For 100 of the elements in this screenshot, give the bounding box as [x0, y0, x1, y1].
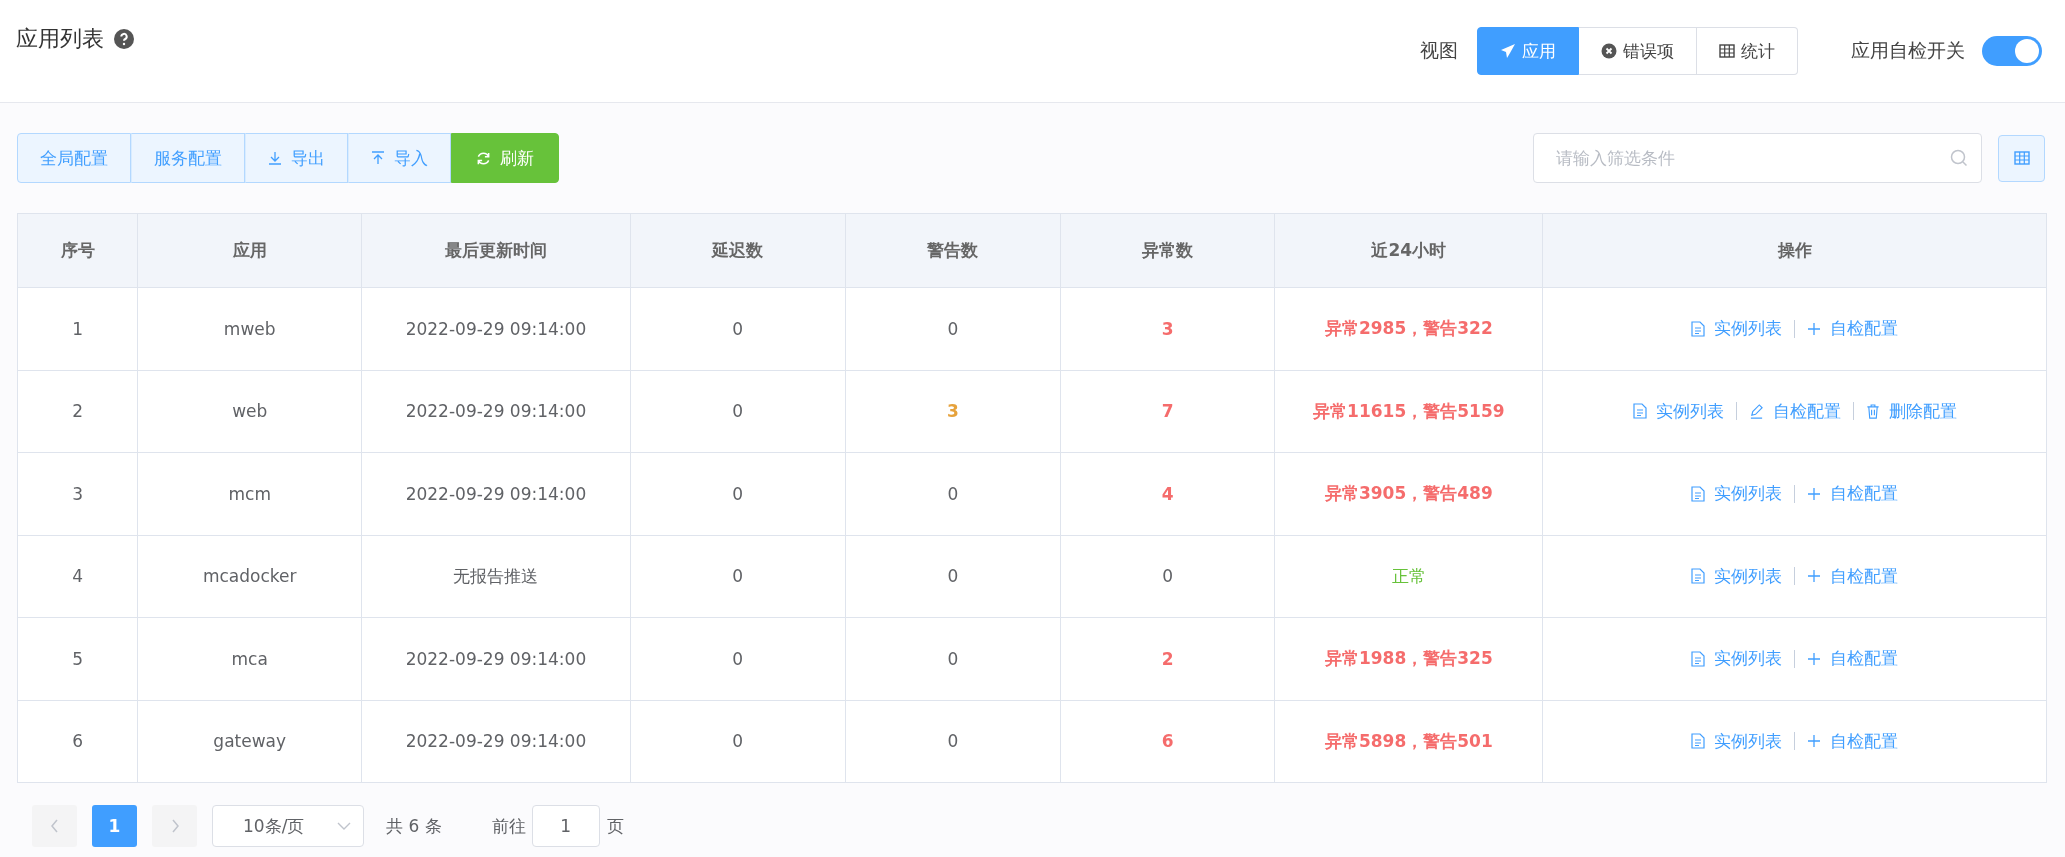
view-tab[interactable]: 错误项 — [1579, 27, 1697, 75]
search-field[interactable]: 请输入筛选条件 — [1533, 133, 1982, 183]
action-link[interactable]: 实例列表 — [1691, 482, 1783, 506]
view-tab[interactable]: 应用 — [1477, 27, 1579, 75]
column-header: 操作 — [1542, 213, 2047, 288]
table-cell: 0 — [630, 617, 846, 700]
column-header: 应用 — [137, 213, 362, 288]
document-icon — [1691, 320, 1706, 337]
action-link[interactable]: 自检配置 — [1807, 317, 1899, 341]
action-link[interactable]: 自检配置 — [1807, 482, 1899, 506]
action-link[interactable]: 实例列表 — [1691, 729, 1783, 753]
table-cell: 0 — [630, 452, 846, 535]
table-cell: 4 — [1060, 452, 1275, 535]
page-title: 应用列表 — [16, 25, 104, 53]
table-cell: 1 — [17, 287, 138, 370]
action-link[interactable]: 实例列表 — [1632, 399, 1724, 423]
column-header: 近24小时 — [1274, 213, 1543, 288]
view-tab[interactable]: 统计 — [1697, 27, 1798, 75]
switch-label: 应用自检开关 — [1851, 38, 1965, 63]
table-cell: 5 — [17, 617, 138, 700]
total-count: 共 6 条 — [386, 814, 442, 838]
table-cell: mcadocker — [137, 535, 362, 618]
table-cell: 4 — [17, 535, 138, 618]
toolbar-button[interactable]: 全局配置 — [17, 133, 131, 183]
close-circle-icon — [1601, 43, 1617, 59]
table-cell: 正常 — [1274, 535, 1543, 618]
table-cell: 无报告推送 — [361, 535, 631, 618]
table-cell: 2022-09-29 09:14:00 — [361, 700, 631, 783]
plus-icon — [1807, 321, 1822, 336]
table-cell: 7 — [1060, 370, 1275, 453]
plus-icon — [1807, 734, 1822, 749]
table-cell: 6 — [17, 700, 138, 783]
table-cell: mcm — [137, 452, 362, 535]
table-cell: web — [137, 370, 362, 453]
toolbar-button[interactable]: 导出 — [245, 133, 348, 183]
table-cell: 0 — [630, 700, 846, 783]
action-link[interactable]: 自检配置 — [1807, 647, 1899, 671]
table-cell: 异常2985，警告322 — [1274, 287, 1543, 370]
toolbar-button[interactable]: 刷新 — [451, 133, 559, 183]
document-icon — [1691, 650, 1706, 667]
action-link[interactable]: 自检配置 — [1748, 399, 1841, 423]
table-cell: 2 — [1060, 617, 1275, 700]
table-cell: 2022-09-29 09:14:00 — [361, 617, 631, 700]
action-link[interactable]: 实例列表 — [1691, 564, 1783, 588]
column-header: 延迟数 — [630, 213, 846, 288]
action-link[interactable]: 实例列表 — [1691, 317, 1783, 341]
page-size-select[interactable]: 10条/页 — [212, 805, 364, 847]
column-header: 警告数 — [845, 213, 1061, 288]
column-header: 最后更新时间 — [361, 213, 631, 288]
table-cell: 2022-09-29 09:14:00 — [361, 452, 631, 535]
grid-icon — [2013, 151, 2030, 165]
document-icon — [1691, 485, 1706, 502]
action-link[interactable]: 实例列表 — [1691, 647, 1783, 671]
table-cell: 0 — [845, 287, 1061, 370]
table-cell: 异常11615，警告5159 — [1274, 370, 1543, 453]
help-icon[interactable] — [114, 29, 134, 49]
page-unit-label: 页 — [606, 814, 624, 838]
document-icon — [1691, 733, 1706, 750]
table-cell: 0 — [845, 617, 1061, 700]
pencil-icon — [1748, 403, 1764, 419]
table-cell: 2 — [17, 370, 138, 453]
chevron-right-icon — [169, 819, 180, 833]
column-settings-button[interactable] — [1998, 134, 2045, 182]
table-cell: 0 — [630, 535, 846, 618]
table-cell: 0 — [630, 370, 846, 453]
action-link[interactable]: 自检配置 — [1807, 564, 1899, 588]
table-cell: 0 — [845, 535, 1061, 618]
table-cell: 2022-09-29 09:14:00 — [361, 287, 631, 370]
document-icon — [1691, 568, 1706, 585]
page-button[interactable]: 1 — [92, 805, 137, 847]
table-cell: 异常1988，警告325 — [1274, 617, 1543, 700]
action-link[interactable]: 删除配置 — [1865, 399, 1957, 423]
table-cell: 异常5898，警告501 — [1274, 700, 1543, 783]
grid-icon — [1719, 44, 1735, 58]
plus-icon — [1807, 486, 1822, 501]
toggle-switch[interactable] — [1982, 36, 2042, 66]
plus-icon — [1807, 569, 1822, 584]
download-icon — [268, 151, 282, 165]
table-cell: 2022-09-29 09:14:00 — [361, 370, 631, 453]
view-label: 视图 — [1420, 38, 1458, 63]
table-cell: 0 — [845, 452, 1061, 535]
goto-label: 前往 — [491, 814, 526, 838]
paper-plane-icon — [1500, 43, 1516, 59]
plus-icon — [1807, 651, 1822, 666]
table-cell: 0 — [630, 287, 846, 370]
document-icon — [1632, 403, 1647, 420]
refresh-icon — [476, 150, 491, 166]
trash-icon — [1865, 403, 1880, 419]
table-cell: mca — [137, 617, 362, 700]
action-link[interactable]: 自检配置 — [1807, 729, 1899, 753]
chevron-down-icon — [337, 821, 351, 831]
toolbar-button[interactable]: 服务配置 — [131, 133, 245, 183]
table-cell: 0 — [845, 700, 1061, 783]
search-icon — [1950, 149, 1968, 167]
toolbar-button[interactable]: 导入 — [348, 133, 451, 183]
table-cell: 0 — [1060, 535, 1275, 618]
chevron-left-icon — [49, 819, 60, 833]
table-cell: 3 — [845, 370, 1061, 453]
table-cell: 3 — [17, 452, 138, 535]
page-input[interactable]: 1 — [531, 805, 600, 847]
